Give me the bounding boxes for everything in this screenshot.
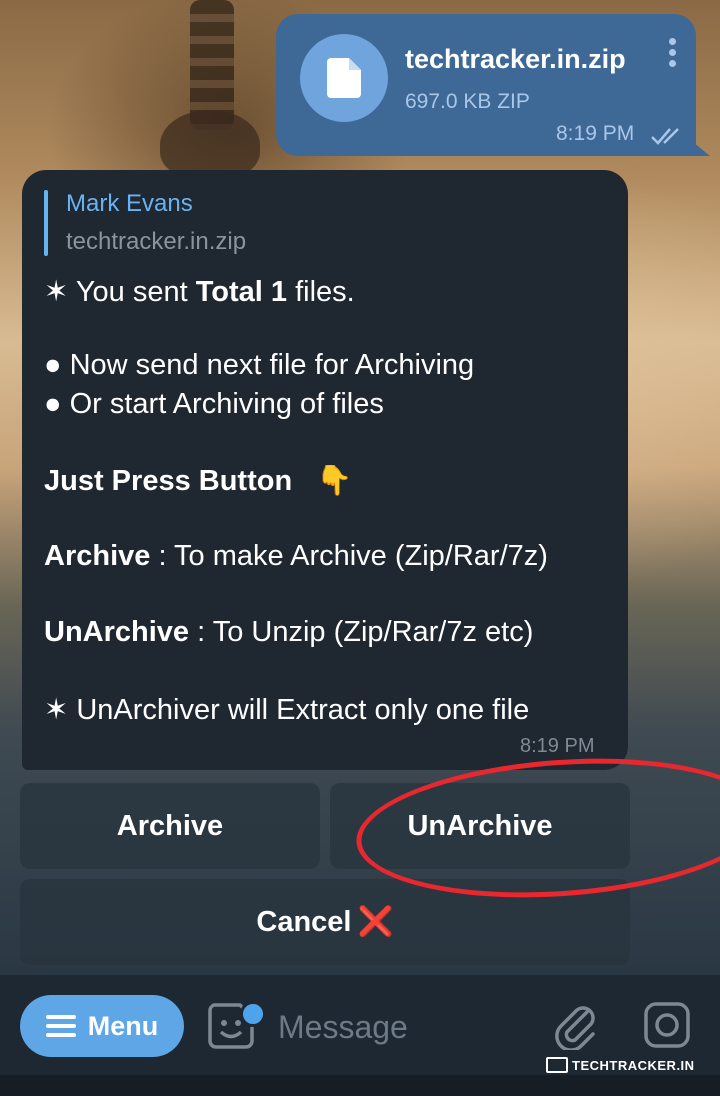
pointing-down-emoji: 👇	[316, 465, 353, 497]
message-line: Just Press Button 👇	[44, 465, 353, 497]
file-name: techtracker.in.zip	[405, 44, 626, 74]
outgoing-file-message[interactable]: techtracker.in.zip 697.0 KB ZIP 8:19 PM	[276, 14, 696, 156]
file-size: 697.0 KB ZIP	[405, 90, 530, 113]
camera-icon[interactable]	[642, 1000, 692, 1050]
cross-mark-icon: ❌	[357, 906, 394, 938]
message-line: ✶ You sent Total 1 files.	[44, 276, 355, 308]
archive-button[interactable]: Archive	[20, 783, 320, 869]
double-check-icon	[651, 128, 679, 145]
menu-button[interactable]: Menu	[20, 995, 184, 1057]
cancel-label: Cancel	[256, 905, 352, 938]
cancel-button[interactable]: Cancel ❌	[20, 879, 630, 965]
file-icon	[327, 58, 361, 98]
notification-dot	[240, 1001, 266, 1027]
message-line: ● Now send next file for Archiving	[44, 349, 475, 381]
message-input-bar: Menu TECHTRACKER.IN	[0, 975, 720, 1075]
message-time: 8:19 PM	[556, 122, 635, 145]
message-line: ✶ UnArchiver will Extract only one file	[44, 694, 530, 726]
watermark-logo-icon	[546, 1057, 568, 1073]
hamburger-icon	[45, 1010, 76, 1042]
reply-file-name[interactable]: techtracker.in.zip	[66, 228, 246, 256]
message-line: Archive : To make Archive (Zip/Rar/7z)	[44, 540, 548, 572]
message-line: UnArchive : To Unzip (Zip/Rar/7z etc)	[44, 616, 534, 648]
unarchive-button[interactable]: UnArchive	[330, 783, 630, 869]
navigation-strip	[0, 1075, 720, 1096]
bot-message: Mark Evans techtracker.in.zip ✶ You sent…	[22, 170, 628, 770]
message-time: 8:19 PM	[520, 735, 595, 757]
more-options-icon[interactable]	[669, 38, 677, 71]
file-download-button[interactable]	[300, 34, 388, 122]
watermark: TECHTRACKER.IN	[546, 1057, 695, 1073]
attach-icon[interactable]	[553, 1002, 599, 1050]
message-line: ● Or start Archiving of files	[44, 388, 384, 420]
reply-author[interactable]: Mark Evans	[66, 190, 193, 218]
message-input[interactable]	[278, 1005, 528, 1049]
menu-label: Menu	[87, 1010, 159, 1041]
reply-quote-bar	[44, 190, 48, 256]
